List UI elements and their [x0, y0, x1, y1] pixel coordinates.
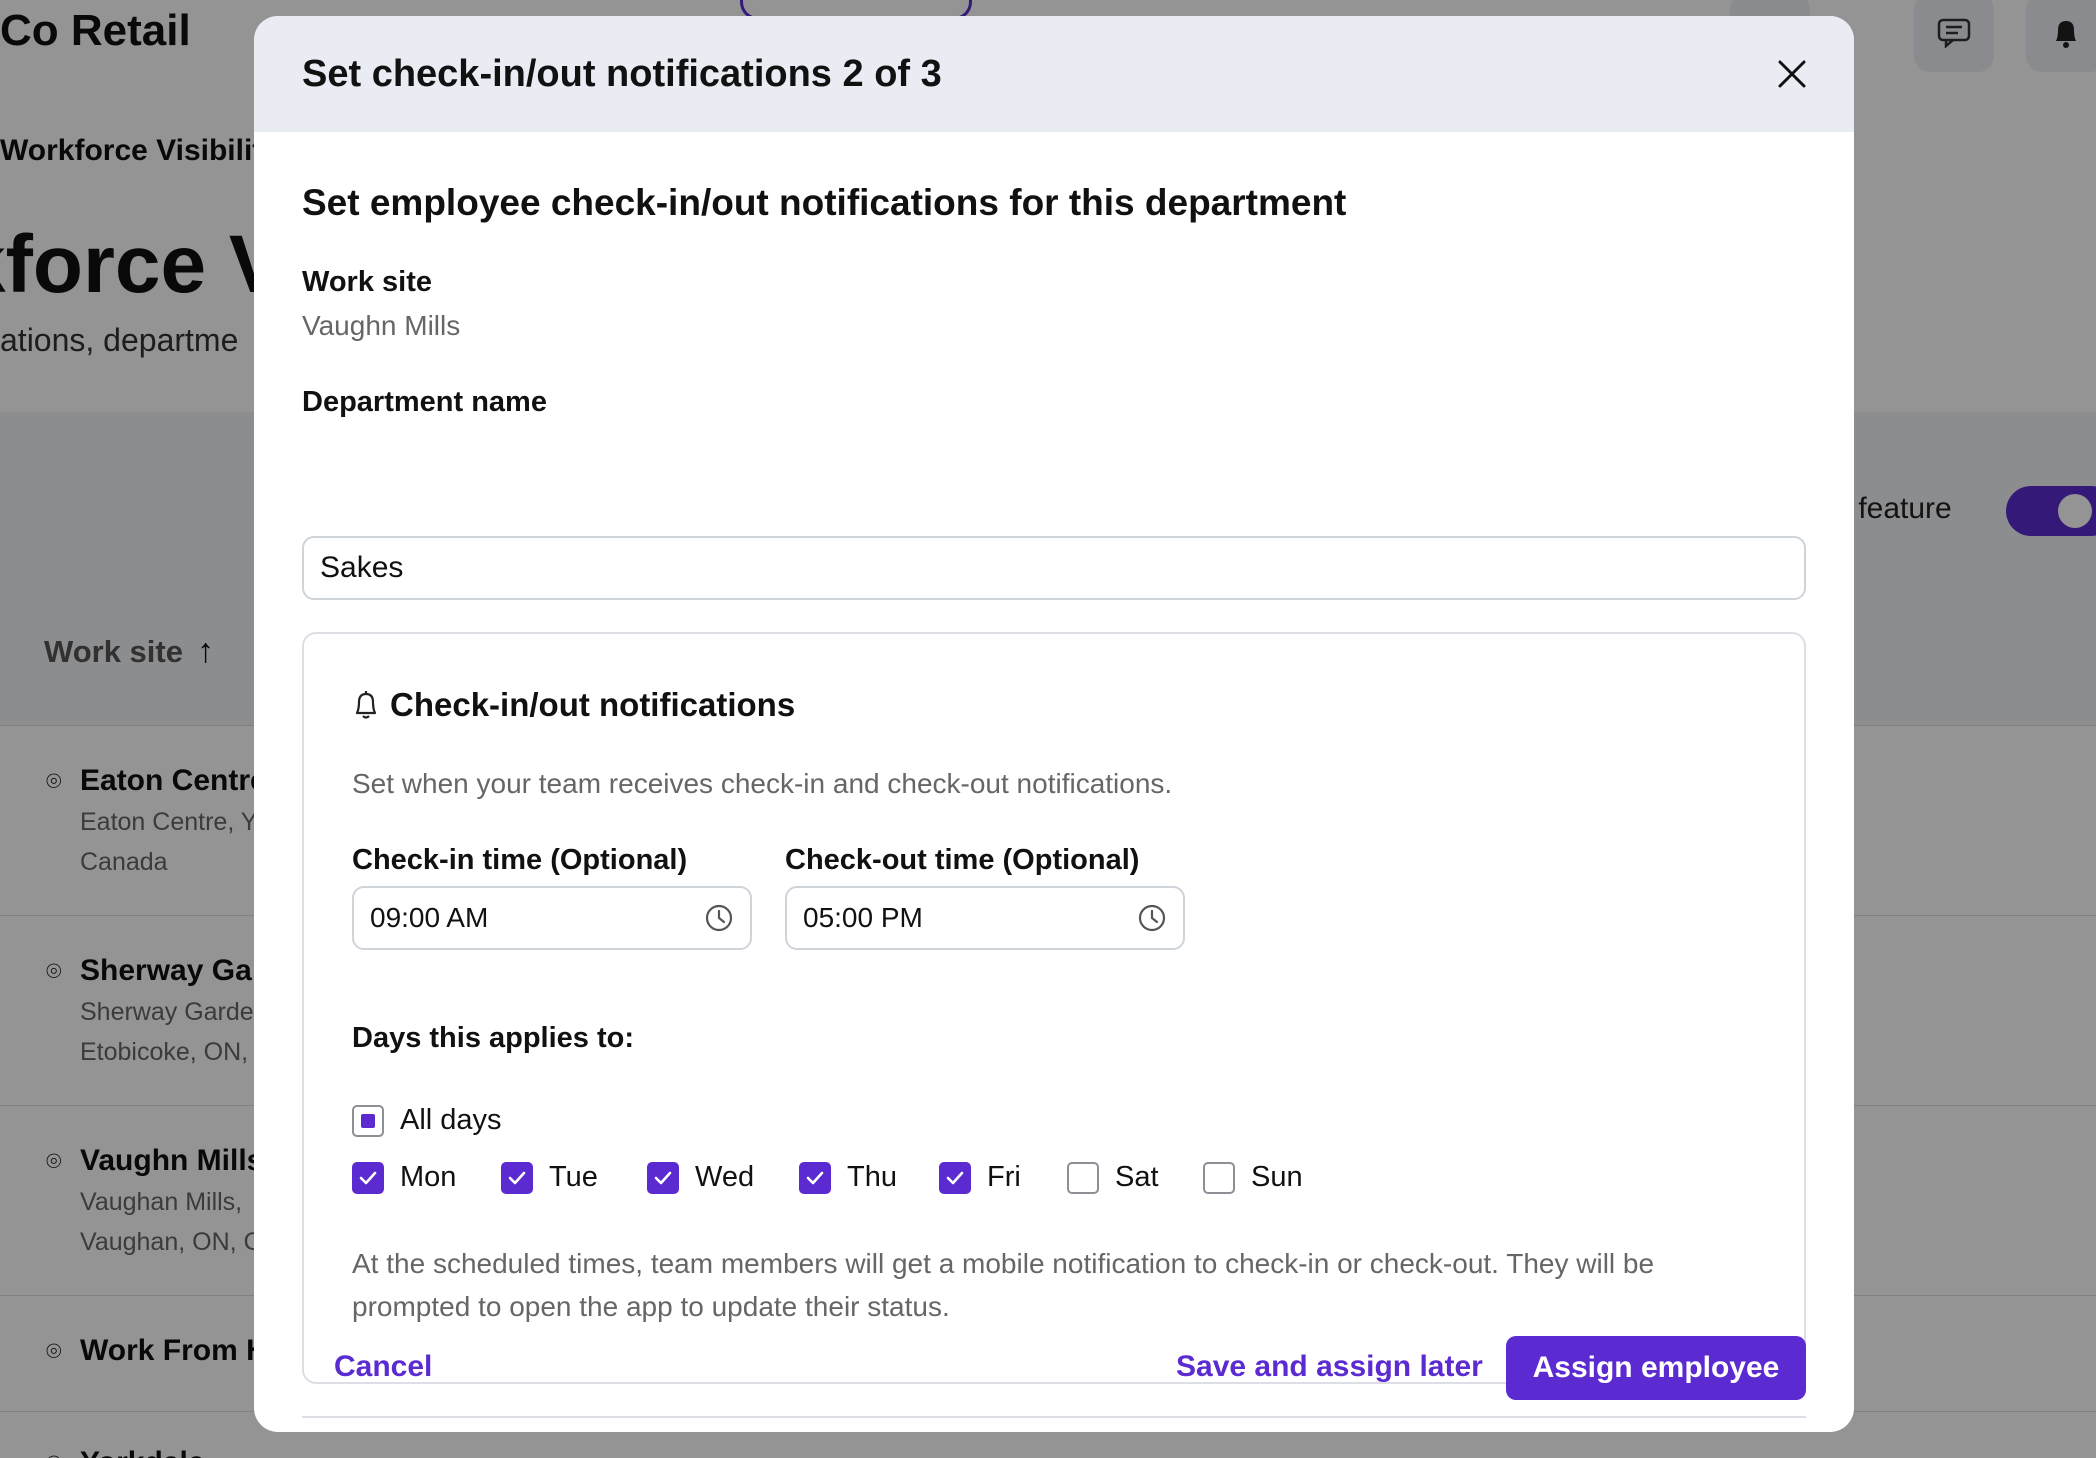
card-title: Check-in/out notifications	[390, 686, 796, 723]
save-and-assign-later-button[interactable]: Save and assign later	[1176, 1350, 1483, 1384]
clock-icon[interactable]	[704, 903, 734, 933]
checkout-time-label: Check-out time (Optional)	[785, 844, 1140, 876]
day-label: Fri	[987, 1161, 1021, 1193]
day-checkbox-wed[interactable]	[647, 1161, 679, 1194]
card-description: Set when your team receives check-in and…	[352, 768, 1173, 799]
day-checkbox-row-fri[interactable]: Fri	[939, 1161, 1021, 1194]
department-name-input[interactable]	[302, 536, 1806, 600]
day-checkbox-row-sat[interactable]: Sat	[1067, 1161, 1159, 1194]
all-days-checkbox-row[interactable]: All days	[352, 1104, 502, 1137]
checkin-time-value: 09:00 AM	[370, 902, 489, 933]
checkin-time-label: Check-in time (Optional)	[352, 844, 688, 876]
day-checkbox-fri[interactable]	[939, 1161, 971, 1194]
day-checkbox-row-thu[interactable]: Thu	[799, 1161, 897, 1194]
footer-divider	[302, 1416, 1806, 1418]
check-icon	[359, 1171, 377, 1184]
check-icon	[508, 1171, 526, 1184]
notifications-card: Check-in/out notifications Set when your…	[302, 632, 1806, 1384]
card-header: Check-in/out notifications	[350, 686, 795, 724]
card-note: At the scheduled times, team members wil…	[352, 1248, 1655, 1322]
day-checkbox-row-tue[interactable]: Tue	[501, 1161, 598, 1194]
checkout-time-value: 05:00 PM	[803, 902, 923, 933]
dialog-title: Set check-in/out notifications 2 of 3	[302, 52, 942, 95]
day-checkbox-sat[interactable]	[1067, 1161, 1099, 1194]
day-label: Tue	[549, 1161, 598, 1193]
day-checkbox-row-mon[interactable]: Mon	[352, 1161, 456, 1194]
day-label: Sat	[1115, 1161, 1159, 1193]
day-checkbox-thu[interactable]	[799, 1161, 831, 1194]
day-label: Sun	[1251, 1161, 1303, 1193]
clock-icon[interactable]	[1137, 903, 1167, 933]
work-site-value: Vaughn Mills	[302, 310, 461, 341]
all-days-label: All days	[400, 1104, 502, 1136]
day-checkbox-row-wed[interactable]: Wed	[647, 1161, 754, 1194]
check-icon	[806, 1171, 824, 1184]
check-icon	[654, 1171, 672, 1184]
day-label: Mon	[400, 1161, 457, 1193]
days-label: Days this applies to:	[352, 1022, 635, 1054]
close-button[interactable]	[1770, 52, 1814, 96]
day-checkbox-tue[interactable]	[501, 1161, 533, 1194]
bell-icon	[355, 691, 377, 719]
day-label: Thu	[847, 1161, 897, 1193]
day-checkbox-mon[interactable]	[352, 1161, 384, 1194]
checkout-time-input[interactable]: 05:00 PM	[785, 886, 1185, 950]
cancel-button[interactable]: Cancel	[334, 1350, 432, 1384]
dialog-subtitle: Set employee check-in/out notifications …	[302, 182, 1347, 223]
assign-employee-button[interactable]: Assign employee	[1506, 1336, 1806, 1400]
close-icon	[1778, 60, 1806, 88]
all-days-checkbox[interactable]	[352, 1104, 384, 1137]
dialog-header: Set check-in/out notifications 2 of 3	[254, 16, 1854, 132]
check-icon	[946, 1171, 964, 1184]
notifications-dialog: Set check-in/out notifications 2 of 3 Se…	[254, 16, 1854, 1432]
work-site-label: Work site	[302, 266, 433, 298]
day-label: Wed	[695, 1161, 755, 1193]
day-checkbox-row-sun[interactable]: Sun	[1203, 1161, 1303, 1194]
day-checkbox-sun[interactable]	[1203, 1161, 1235, 1194]
checkin-time-input[interactable]: 09:00 AM	[352, 886, 752, 950]
department-name-label: Department name	[302, 386, 547, 418]
